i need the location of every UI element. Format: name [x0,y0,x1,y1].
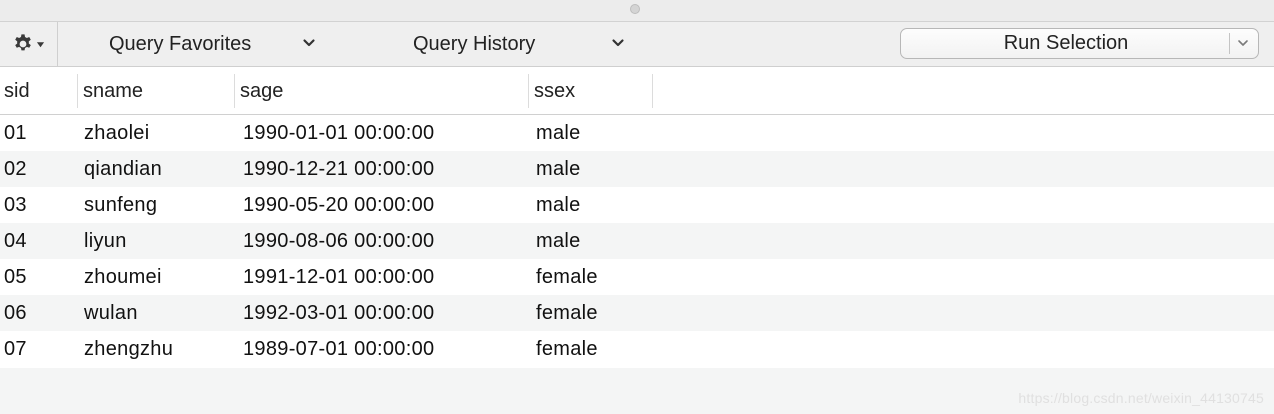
cell-sname: sunfeng [84,194,158,216]
caret-down-icon [36,41,45,47]
cell-sname: wulan [84,302,138,324]
cell-sname: liyun [84,230,127,252]
settings-menu-button[interactable] [0,22,58,66]
chevron-down-icon [612,39,624,47]
cell-sage: 1990-05-20 00:00:00 [243,194,435,216]
cell-sid: 07 [4,338,27,360]
gear-icon [15,34,31,51]
cell-ssex: male [536,230,581,252]
query-favorites-menu[interactable]: Query Favorites [109,22,319,66]
cell-sname: zhoumei [84,266,162,288]
cell-sid: 03 [4,194,27,216]
splitter-handle[interactable] [630,4,640,14]
results-table: sid sname sage ssex 01 zhaolei 1990-01-0… [0,68,1274,368]
column-resize-handle[interactable] [528,74,529,108]
query-favorites-label: Query Favorites [109,32,252,55]
cell-sage: 1992-03-01 00:00:00 [243,302,435,324]
table-row[interactable]: 03 sunfeng 1990-05-20 00:00:00 male [0,187,1274,223]
cell-sage: 1990-01-01 00:00:00 [243,122,435,144]
table-header: sid sname sage ssex [0,68,1274,115]
column-header-sname[interactable]: sname [79,68,234,114]
cell-ssex: male [536,194,581,216]
watermark-text: https://blog.csdn.net/weixin_44130745 [1018,390,1264,406]
cell-sid: 04 [4,230,27,252]
run-button-divider [1229,33,1230,54]
query-toolbar: Query Favorites Query History Run Select… [0,22,1274,67]
cell-ssex: male [536,122,581,144]
table-row[interactable]: 05 zhoumei 1991-12-01 00:00:00 female [0,259,1274,295]
cell-ssex: male [536,158,581,180]
pane-splitter[interactable] [0,0,1274,22]
column-resize-handle[interactable] [234,74,235,108]
table-empty-area: https://blog.csdn.net/weixin_44130745 [0,368,1274,414]
table-row[interactable]: 04 liyun 1990-08-06 00:00:00 male [0,223,1274,259]
cell-sage: 1991-12-01 00:00:00 [243,266,435,288]
cell-sname: zhaolei [84,122,150,144]
query-history-menu[interactable]: Query History [413,22,633,66]
table-row[interactable]: 02 qiandian 1990-12-21 00:00:00 male [0,151,1274,187]
table-row[interactable]: 01 zhaolei 1990-01-01 00:00:00 male [0,115,1274,151]
query-window: Query Favorites Query History Run Select… [0,0,1274,414]
cell-sid: 01 [4,122,27,144]
cell-sid: 02 [4,158,27,180]
cell-sage: 1989-07-01 00:00:00 [243,338,435,360]
column-resize-handle[interactable] [652,74,653,108]
cell-sname: qiandian [84,158,163,180]
table-body: 01 zhaolei 1990-01-01 00:00:00 male 02 q… [0,115,1274,367]
cell-ssex: female [536,266,598,288]
cell-sage: 1990-12-21 00:00:00 [243,158,435,180]
column-header-ssex[interactable]: ssex [530,68,652,114]
chevron-down-icon [303,39,315,47]
column-header-sid[interactable]: sid [0,68,77,114]
query-history-label: Query History [413,32,536,55]
cell-sid: 05 [4,266,27,288]
table-row[interactable]: 07 zhengzhu 1989-07-01 00:00:00 female [0,331,1274,367]
run-selection-button[interactable]: Run Selection [900,28,1259,59]
cell-sname: zhengzhu [84,338,174,360]
cell-ssex: female [536,302,598,324]
run-selection-label: Run Selection [1003,32,1129,54]
column-header-sage[interactable]: sage [236,68,528,114]
cell-ssex: female [536,338,598,360]
chevron-down-icon[interactable] [1236,36,1250,50]
cell-sid: 06 [4,302,27,324]
table-row[interactable]: 06 wulan 1992-03-01 00:00:00 female [0,295,1274,331]
cell-sage: 1990-08-06 00:00:00 [243,230,435,252]
column-resize-handle[interactable] [77,74,78,108]
